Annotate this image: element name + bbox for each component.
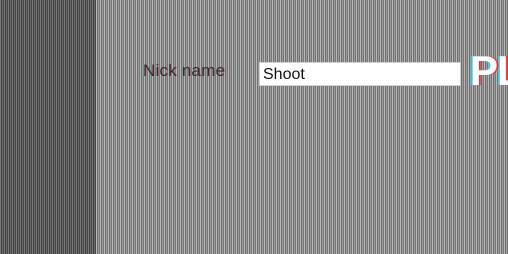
left-side-panel [0,0,96,254]
nick-name-label: Nick name [143,61,226,80]
play-button-label: PL [470,47,508,94]
play-button[interactable]: PL [470,46,508,96]
nick-name-input[interactable] [259,62,461,86]
